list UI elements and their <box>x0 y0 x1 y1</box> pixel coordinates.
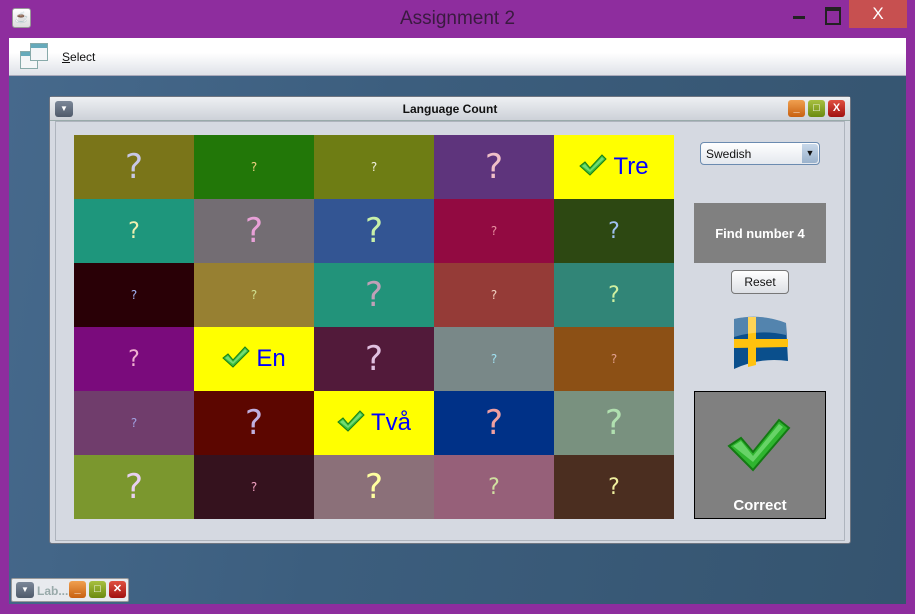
grid-cell-hidden[interactable]: ? <box>554 455 674 519</box>
question-mark: ? <box>124 467 144 507</box>
minimized-frame-close-button[interactable]: ✕ <box>109 581 126 598</box>
question-mark: ? <box>130 416 138 430</box>
frame-minimize-button[interactable]: _ <box>788 100 805 117</box>
reset-button[interactable]: Reset <box>731 270 789 294</box>
grid-cell-hidden[interactable]: ? <box>194 263 314 327</box>
window-title: Assignment 2 <box>399 8 516 29</box>
question-mark: ? <box>608 218 620 244</box>
language-select-value: Swedish <box>706 147 752 161</box>
check-icon <box>337 409 365 437</box>
question-mark: ? <box>250 160 258 174</box>
grid-cell-hidden[interactable]: ? <box>554 199 674 263</box>
question-mark: ? <box>490 224 498 238</box>
question-mark: ? <box>608 474 620 500</box>
grid-cell-hidden[interactable]: ? <box>434 391 554 455</box>
close-button[interactable]: X <box>849 0 907 28</box>
sweden-flag-icon <box>734 316 788 369</box>
menu-bar: Select <box>9 38 906 76</box>
grid-cell-hidden[interactable]: ? <box>434 199 554 263</box>
grid-cell-hidden[interactable]: ? <box>314 263 434 327</box>
menu-select-label: elect <box>70 50 96 64</box>
windows-icon <box>20 43 50 69</box>
grid-cell-hidden[interactable]: ? <box>74 263 194 327</box>
feedback-panel: Correct <box>694 391 826 519</box>
question-mark: ? <box>128 218 140 244</box>
check-icon <box>579 153 608 181</box>
answer-text: Tre <box>613 153 649 180</box>
frame-title: Language Count <box>402 102 498 116</box>
prompt-label: Find number 4 <box>694 203 826 263</box>
question-mark: ? <box>124 147 144 187</box>
question-mark: ? <box>484 147 504 187</box>
answer-text: Två <box>370 409 411 436</box>
grid-cell-revealed[interactable]: Två <box>314 391 434 455</box>
grid-cell-hidden[interactable]: ? <box>74 199 194 263</box>
grid-cell-hidden[interactable]: ? <box>554 327 674 391</box>
question-mark: ? <box>370 160 378 174</box>
menu-select-mnemonic: S <box>62 50 71 64</box>
grid-cell-hidden[interactable]: ? <box>74 135 194 199</box>
grid-cell-hidden[interactable]: ? <box>554 391 674 455</box>
question-mark: ? <box>250 480 258 494</box>
minimized-frame-restore-button[interactable]: _ <box>69 581 86 598</box>
question-mark: ? <box>364 211 384 251</box>
question-mark: ? <box>604 403 624 443</box>
question-mark: ? <box>364 467 384 507</box>
question-mark: ? <box>128 346 140 372</box>
minimized-frame[interactable]: ▼ Lab... _ □ ✕ <box>11 578 129 602</box>
question-mark: ? <box>364 275 384 315</box>
number-grid: ???? Tre??????????? En????? Två??????? <box>74 135 674 519</box>
language-select[interactable]: Swedish ▼ <box>700 142 820 165</box>
grid-cell-hidden[interactable]: ? <box>74 391 194 455</box>
question-mark: ? <box>484 403 504 443</box>
grid-cell-revealed[interactable]: Tre <box>554 135 674 199</box>
grid-cell-hidden[interactable]: ? <box>434 455 554 519</box>
grid-cell-hidden[interactable]: ? <box>434 263 554 327</box>
frame-titlebar[interactable]: ▼ Language Count _ □ X <box>50 97 850 121</box>
grid-cell-hidden[interactable]: ? <box>314 327 434 391</box>
chevron-down-icon[interactable]: ▼ <box>802 144 818 163</box>
minimized-frame-menu-icon[interactable]: ▼ <box>16 582 34 598</box>
minimized-frame-maximize-button[interactable]: □ <box>89 581 106 598</box>
grid-cell-hidden[interactable]: ? <box>194 391 314 455</box>
frame-maximize-button[interactable]: □ <box>808 100 825 117</box>
check-icon <box>222 345 251 373</box>
question-mark: ? <box>130 288 138 302</box>
question-mark: ? <box>610 352 618 366</box>
feedback-text: Correct <box>733 497 787 514</box>
question-mark: ? <box>244 403 264 443</box>
question-mark: ? <box>488 474 500 500</box>
grid-cell-revealed[interactable]: En <box>194 327 314 391</box>
grid-cell-hidden[interactable]: ? <box>194 135 314 199</box>
menu-select[interactable]: Select <box>62 50 95 64</box>
question-mark: ? <box>490 288 498 302</box>
question-mark: ? <box>244 211 264 251</box>
grid-cell-hidden[interactable]: ? <box>74 455 194 519</box>
minimize-button[interactable] <box>786 0 812 28</box>
grid-cell-hidden[interactable]: ? <box>434 327 554 391</box>
grid-cell-hidden[interactable]: ? <box>314 455 434 519</box>
check-icon <box>727 418 791 472</box>
frame-close-button[interactable]: X <box>828 100 845 117</box>
grid-cell-hidden[interactable]: ? <box>314 199 434 263</box>
question-mark: ? <box>490 352 498 366</box>
minimized-frame-title: Lab... <box>37 584 69 598</box>
grid-cell-hidden[interactable]: ? <box>434 135 554 199</box>
grid-cell-hidden[interactable]: ? <box>314 135 434 199</box>
question-mark: ? <box>608 282 620 308</box>
answer-text: En <box>256 345 286 372</box>
maximize-button[interactable] <box>818 0 844 28</box>
window-titlebar: ☕ Assignment 2 X <box>0 0 915 38</box>
question-mark: ? <box>364 339 384 379</box>
grid-cell-hidden[interactable]: ? <box>194 199 314 263</box>
grid-cell-hidden[interactable]: ? <box>74 327 194 391</box>
grid-cell-hidden[interactable]: ? <box>554 263 674 327</box>
question-mark: ? <box>250 288 258 302</box>
grid-cell-hidden[interactable]: ? <box>194 455 314 519</box>
